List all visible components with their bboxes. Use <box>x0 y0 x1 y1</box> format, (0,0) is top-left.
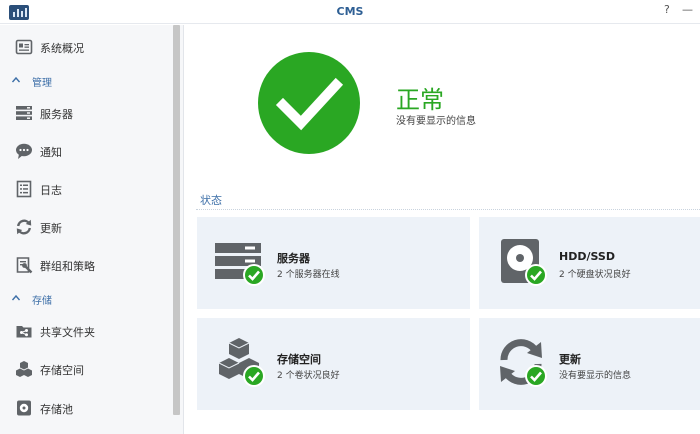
storage-space-icon <box>16 361 32 377</box>
sidebar-item-label: 更新 <box>40 222 62 235</box>
checkmark-icon <box>530 270 542 281</box>
ok-check-badge <box>525 365 547 387</box>
checkmark-icon <box>248 371 260 382</box>
sidebar-item-shared-folders[interactable]: 共享文件夹 <box>0 315 172 349</box>
card-servers[interactable]: 服务器 2 个服务器在线 <box>197 217 470 309</box>
section-storage[interactable]: 存储 <box>0 289 172 309</box>
card-title: 更新 <box>559 353 581 366</box>
chevron-up-icon <box>12 76 20 83</box>
window-title: CMS <box>336 5 364 18</box>
sidebar-item-label: 日志 <box>40 184 62 197</box>
sidebar-item-label: 存储池 <box>40 403 73 416</box>
sidebar-item-label: 群组和策略 <box>40 260 95 273</box>
status-section-heading: 状态 <box>200 194 222 207</box>
sidebar-scrollbar[interactable] <box>173 25 180 415</box>
sidebar-item-label: 系统概况 <box>40 42 84 55</box>
section-divider <box>196 209 700 210</box>
chevron-up-icon <box>12 294 20 301</box>
title-bar: CMS ? — <box>0 0 700 24</box>
sidebar-item-label: 服务器 <box>40 108 73 121</box>
card-storage-space[interactable]: 存储空间 2 个卷状况良好 <box>197 318 470 410</box>
sidebar-item-group-policy[interactable]: 群组和策略 <box>0 249 172 283</box>
section-management[interactable]: 管理 <box>0 71 172 91</box>
card-subtitle: 2 个硬盘状况良好 <box>559 270 631 280</box>
sidebar: 系统概况 管理 服务器 通知 日志 更新 群组和策略 存储 共享文件夹 存储空间… <box>0 25 184 434</box>
log-icon <box>16 180 32 198</box>
status-ok-icon <box>258 52 360 154</box>
help-button[interactable]: ? <box>664 3 670 16</box>
overview-icon <box>15 39 33 55</box>
card-title: 存储空间 <box>277 353 321 366</box>
sidebar-item-label: 存储空间 <box>40 364 84 377</box>
sidebar-item-notifications[interactable]: 通知 <box>0 135 172 169</box>
status-title: 正常 <box>396 86 444 114</box>
server-icon <box>16 106 32 120</box>
card-title: HDD/SSD <box>559 250 615 263</box>
card-title: 服务器 <box>277 252 310 265</box>
sidebar-item-servers[interactable]: 服务器 <box>0 97 172 131</box>
shared-folder-icon <box>16 326 32 338</box>
checkmark-icon <box>530 371 542 382</box>
checkmark-icon <box>248 270 260 281</box>
sidebar-item-updates[interactable]: 更新 <box>0 211 172 245</box>
sidebar-item-overview[interactable]: 系统概况 <box>0 31 172 65</box>
section-label: 管理 <box>32 78 52 89</box>
checkmark-icon <box>275 77 344 131</box>
card-subtitle: 2 个卷状况良好 <box>277 371 340 381</box>
sidebar-item-logs[interactable]: 日志 <box>0 173 172 207</box>
status-subtitle: 没有要显示的信息 <box>396 116 476 127</box>
card-subtitle: 2 个服务器在线 <box>277 270 340 280</box>
sidebar-item-storage-space[interactable]: 存储空间 <box>0 353 172 387</box>
minimize-button[interactable]: — <box>682 3 693 16</box>
section-label: 存储 <box>32 296 52 307</box>
ok-check-badge <box>243 264 265 286</box>
notification-icon <box>16 143 32 159</box>
group-policy-icon <box>16 257 33 274</box>
storage-pool-icon <box>17 400 31 416</box>
sidebar-item-label: 共享文件夹 <box>40 326 95 339</box>
card-update[interactable]: 更新 没有要显示的信息 <box>479 318 700 410</box>
sidebar-item-label: 通知 <box>40 146 62 159</box>
sidebar-item-storage-pool[interactable]: 存储池 <box>0 392 172 426</box>
ok-check-badge <box>525 264 547 286</box>
card-hdd-ssd[interactable]: HDD/SSD 2 个硬盘状况良好 <box>479 217 700 309</box>
ok-check-badge <box>243 365 265 387</box>
update-icon <box>16 219 32 235</box>
card-subtitle: 没有要显示的信息 <box>559 371 632 381</box>
